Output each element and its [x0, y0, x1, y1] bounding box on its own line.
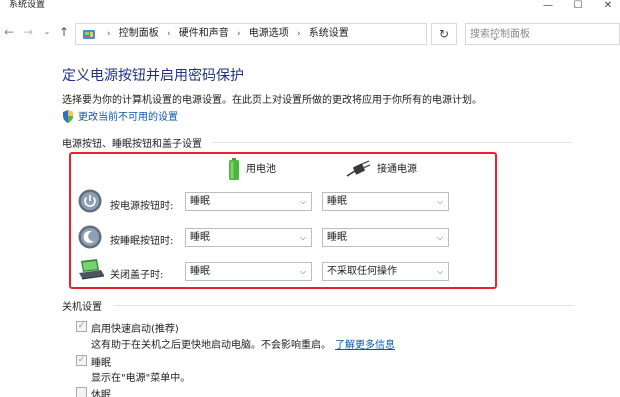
- page-title: 定义电源按钮并启用密码保护: [62, 68, 244, 84]
- plug-icon: [346, 160, 371, 177]
- search-input[interactable]: [470, 26, 600, 42]
- back-button[interactable]: ←: [0, 23, 18, 41]
- breadcrumb-separator: ›: [236, 29, 241, 39]
- chevron-down-icon: ⌵: [436, 267, 444, 276]
- sleep-option-label: 睡眠: [91, 358, 111, 369]
- sleep-button-label: 按睡眠按钮时:: [110, 236, 174, 247]
- up-button[interactable]: ↑: [55, 23, 73, 41]
- power-button-icon: [78, 189, 102, 213]
- breadcrumb-separator: ›: [107, 29, 111, 39]
- buttons-section-heading: 电源按钮、睡眠按钮和盖子设置: [62, 139, 202, 150]
- select-value: 睡眠: [190, 266, 210, 277]
- hibernate-option-label: 休眠: [91, 390, 111, 397]
- change-unavailable-settings-link[interactable]: 更改当前不可用的设置: [62, 108, 178, 123]
- fast-startup-label: 启用快速启动(推荐): [91, 324, 179, 335]
- sleep-button-battery-select[interactable]: 睡眠 ⌵: [185, 228, 312, 247]
- search-box[interactable]: [465, 23, 620, 45]
- uac-shield-icon: [63, 110, 73, 123]
- battery-column-header: 用电池: [228, 158, 276, 182]
- breadcrumb-hardware-sound[interactable]: 硬件和声音: [179, 28, 229, 39]
- chevron-down-icon: ⌵: [299, 267, 307, 276]
- power-button-plugged-select[interactable]: 睡眠 ⌵: [322, 192, 449, 211]
- select-value: 不采取任何操作: [327, 266, 397, 277]
- sleep-checkbox[interactable]: ✓: [76, 355, 87, 366]
- fast-startup-checkbox[interactable]: ✓: [76, 321, 87, 332]
- address-bar[interactable]: › 控制面板 › 硬件和声音 › 电源选项 › 系统设置 ⌄: [75, 23, 498, 45]
- sleep-button-icon: [78, 225, 102, 249]
- window-title: 系统设置: [9, 0, 46, 10]
- select-value: 睡眠: [327, 232, 347, 243]
- maximize-button[interactable]: ☐: [566, 0, 590, 14]
- control-panel-icon: [83, 30, 95, 39]
- battery-column-label: 用电池: [246, 164, 276, 175]
- chevron-down-icon: ⌵: [299, 197, 307, 206]
- select-value: 睡眠: [327, 196, 347, 207]
- laptop-lid-icon: [79, 259, 104, 280]
- shutdown-section-heading: 关机设置: [62, 302, 102, 313]
- breadcrumb-power-options[interactable]: 电源选项: [249, 28, 289, 39]
- sleep-button-plugged-select[interactable]: 睡眠 ⌵: [322, 228, 449, 247]
- navigation-bar: ← → ⌄ ↑ › 控制面板 › 硬件和声音 › 电源选项 › 系统设置 ⌄ ↻: [0, 19, 620, 47]
- chevron-down-icon: ⌵: [299, 233, 307, 242]
- battery-icon: [229, 158, 239, 180]
- close-button[interactable]: ✕: [596, 0, 620, 14]
- breadcrumb: › 控制面板 › 硬件和声音 › 电源选项 › 系统设置: [102, 24, 349, 44]
- plugged-column-header: 接通电源: [345, 158, 417, 182]
- refresh-button[interactable]: ↻: [431, 23, 457, 45]
- fast-startup-description: 这有助于在关机之后更快地启动电脑。不会影响重启。 了解更多信息: [91, 336, 395, 351]
- forward-button[interactable]: →: [19, 23, 37, 41]
- section-divider: [212, 142, 572, 143]
- breadcrumb-system-settings[interactable]: 系统设置: [309, 28, 349, 39]
- power-button-label: 按电源按钮时:: [110, 201, 174, 212]
- lid-close-battery-select[interactable]: 睡眠 ⌵: [185, 262, 312, 281]
- chevron-down-icon: ⌵: [436, 233, 444, 242]
- plugged-column-label: 接通电源: [377, 164, 417, 175]
- change-link-label: 更改当前不可用的设置: [78, 112, 178, 123]
- select-value: 睡眠: [190, 232, 210, 243]
- breadcrumb-separator: ›: [166, 29, 171, 39]
- sleep-option-description: 显示在"电源"菜单中。: [91, 373, 191, 384]
- hibernate-checkbox[interactable]: [76, 387, 87, 397]
- lid-close-label: 关闭盖子时:: [110, 270, 164, 281]
- recent-locations-button[interactable]: ⌄: [38, 23, 56, 41]
- breadcrumb-control-panel[interactable]: 控制面板: [119, 28, 159, 39]
- power-button-battery-select[interactable]: 睡眠 ⌵: [185, 192, 312, 211]
- select-value: 睡眠: [190, 196, 210, 207]
- breadcrumb-separator: ›: [296, 29, 301, 39]
- minimize-button[interactable]: —: [536, 0, 560, 14]
- page-description: 选择要为你的计算机设置的电源设置。在此页上对设置所做的更改将应用于你所有的电源计…: [62, 95, 482, 106]
- fast-startup-desc-text: 这有助于在关机之后更快地启动电脑。不会影响重启。: [91, 340, 331, 351]
- chevron-down-icon: ⌵: [436, 197, 444, 206]
- section-divider: [114, 305, 574, 306]
- learn-more-link[interactable]: 了解更多信息: [335, 340, 395, 351]
- title-bar: 系统设置 — ☐ ✕: [0, 0, 620, 14]
- lid-close-plugged-select[interactable]: 不采取任何操作 ⌵: [322, 262, 449, 281]
